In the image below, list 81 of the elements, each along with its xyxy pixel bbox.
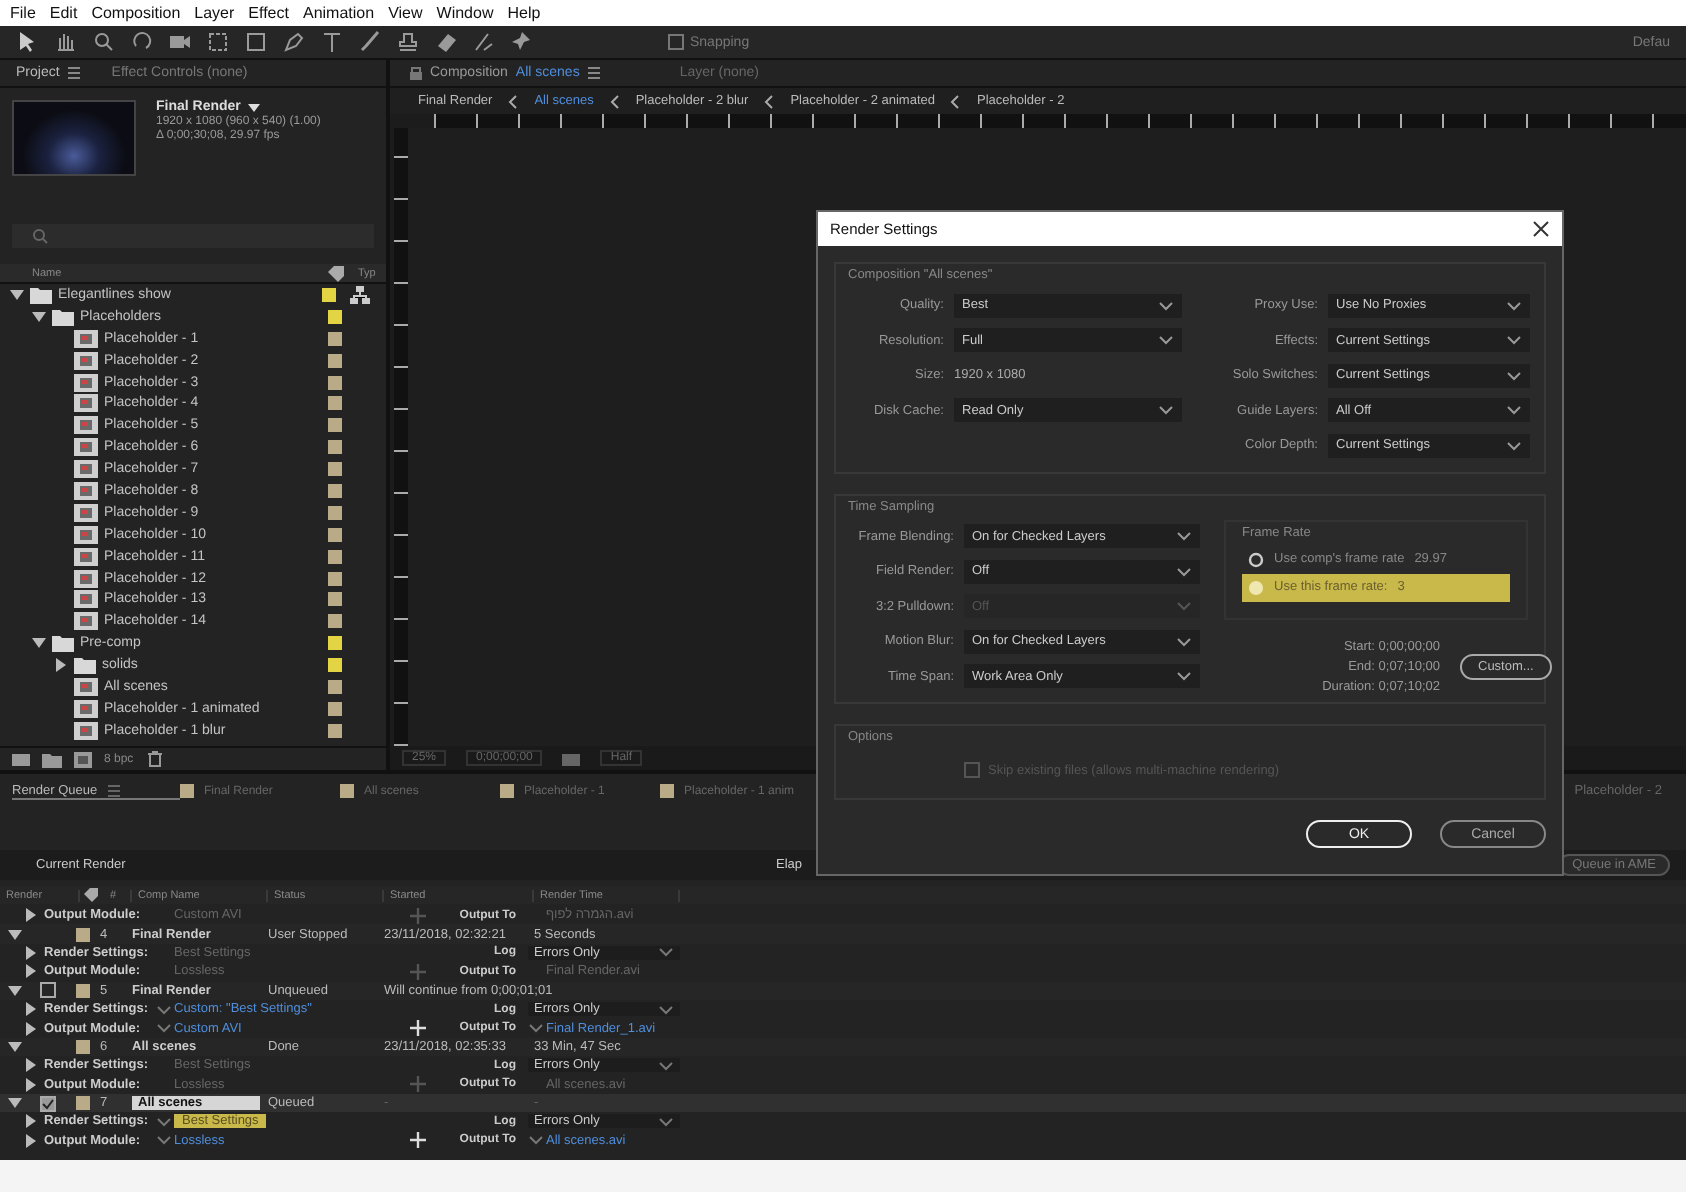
- menu-item[interactable]: File: [10, 4, 36, 22]
- trash-icon[interactable]: [145, 750, 164, 768]
- caret-icon[interactable]: [248, 101, 261, 113]
- composition-icon: [74, 590, 98, 609]
- disclosure-triangle-icon[interactable]: [8, 1096, 22, 1111]
- chevron-left-icon: [609, 93, 620, 109]
- caret-icon[interactable]: [1506, 404, 1522, 417]
- rotate-icon[interactable]: [130, 30, 154, 54]
- folder-icon: [52, 634, 74, 653]
- folder-icon: [52, 307, 74, 326]
- menu-item[interactable]: View: [388, 4, 423, 22]
- eraser-icon[interactable]: [434, 30, 458, 54]
- menu-icon[interactable]: [587, 66, 600, 80]
- composition-icon: [74, 547, 98, 566]
- text-icon[interactable]: [320, 30, 344, 54]
- hierarchy-icon: [350, 285, 370, 304]
- menu-item[interactable]: Effect: [248, 4, 289, 22]
- composition-icon: [74, 460, 98, 479]
- chevron-left-icon: [950, 93, 961, 109]
- composition-icon: [74, 721, 98, 740]
- camera-icon[interactable]: [562, 750, 581, 766]
- composition-icon: [74, 569, 98, 588]
- search-field[interactable]: [12, 224, 374, 248]
- caret-icon[interactable]: [1506, 334, 1522, 347]
- zoom-icon[interactable]: [92, 30, 116, 54]
- disclosure-triangle-icon[interactable]: [8, 983, 22, 998]
- composition-icon: [74, 481, 98, 500]
- search-icon: [32, 228, 48, 244]
- menu-item[interactable]: Layer: [194, 4, 235, 22]
- chevron-left-icon: [764, 93, 775, 109]
- caret-icon[interactable]: [1176, 670, 1192, 683]
- menu-item[interactable]: Window: [436, 4, 494, 22]
- tag-icon[interactable]: [80, 886, 104, 904]
- menu-item[interactable]: Edit: [49, 4, 78, 22]
- disclosure-triangle-icon[interactable]: [32, 636, 46, 651]
- render-checkbox-icon[interactable]: [40, 1095, 56, 1112]
- thumbnail-preview: [12, 100, 136, 176]
- checkbox-icon[interactable]: [668, 34, 684, 50]
- disclosure-triangle-icon[interactable]: [8, 927, 22, 942]
- composition-icon: [74, 329, 98, 348]
- caret-icon[interactable]: [1176, 530, 1192, 543]
- rectangle-icon[interactable]: [244, 30, 268, 54]
- composition-icon: [74, 373, 98, 391]
- composition-icon: [74, 612, 98, 631]
- render-checkbox-icon[interactable]: [40, 982, 56, 999]
- menu-item[interactable]: Animation: [302, 4, 375, 22]
- disclosure-triangle-icon[interactable]: [8, 1039, 22, 1054]
- disclosure-triangle-icon[interactable]: [24, 908, 38, 923]
- caret-icon[interactable]: [1176, 635, 1192, 648]
- close-icon[interactable]: [1532, 220, 1550, 238]
- brush-icon[interactable]: [358, 30, 382, 54]
- menu-icon[interactable]: [107, 784, 120, 798]
- disclosure-triangle-icon[interactable]: [10, 287, 24, 302]
- camera-icon[interactable]: [168, 30, 192, 54]
- caret-icon[interactable]: [1506, 299, 1522, 312]
- stamp-icon[interactable]: [396, 30, 420, 54]
- caret-icon[interactable]: [1158, 334, 1174, 347]
- composition-icon[interactable]: [74, 751, 92, 767]
- pen-icon[interactable]: [282, 30, 306, 54]
- composition-icon: [74, 438, 98, 457]
- composition-icon: [74, 351, 98, 370]
- composition-icon: [74, 677, 98, 696]
- caret-icon[interactable]: [1158, 404, 1174, 417]
- disclosure-triangle-icon[interactable]: [54, 658, 68, 673]
- caret-icon[interactable]: [1506, 439, 1522, 452]
- composition-icon: [74, 503, 98, 522]
- folder-icon: [74, 656, 96, 675]
- caret-icon[interactable]: [1158, 299, 1174, 312]
- lock-icon[interactable]: [410, 66, 422, 80]
- disclosure-triangle-icon[interactable]: [32, 309, 46, 324]
- composition-icon: [74, 394, 98, 413]
- composition-icon: [74, 699, 98, 718]
- menu-item[interactable]: Help: [507, 4, 541, 22]
- menu-icon[interactable]: [67, 66, 80, 80]
- composition-icon: [74, 416, 98, 435]
- chevron-left-icon: [508, 93, 519, 109]
- composition-icon: [74, 525, 98, 544]
- caret-icon[interactable]: [1176, 565, 1192, 578]
- menu-item[interactable]: Composition: [91, 4, 181, 22]
- caret-icon[interactable]: [1506, 369, 1522, 382]
- tag-icon[interactable]: [326, 264, 346, 282]
